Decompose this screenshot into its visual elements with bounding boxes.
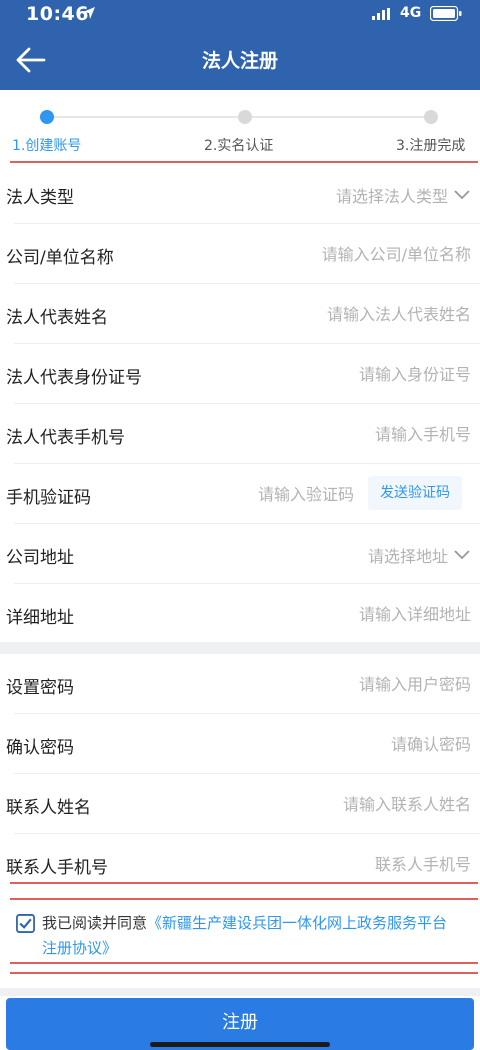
battery-icon [430,6,462,21]
sms-code-row: 手机验证码 发送验证码 [0,464,480,524]
company-name-input[interactable] [209,238,473,270]
company-address-select[interactable]: 请选择地址 [368,543,470,567]
location-arrow-icon [83,7,95,19]
sms-code-label: 手机验证码 [6,488,91,508]
agreement-text: 我已阅读并同意《新疆生产建设兵团一体化网上政务服务平台注册协议》 [42,911,462,961]
signal-icon [372,8,390,20]
section-separator [0,642,480,654]
company-name-label: 公司/单位名称 [6,248,114,268]
legal-type-placeholder: 请选择法人类型 [335,187,448,206]
sms-code-input[interactable] [192,478,356,510]
divider-line [10,161,478,163]
step-label-1: 1.创建账号 [12,138,82,154]
step-dot-1 [40,110,54,124]
home-indicator [150,1042,330,1047]
step-dot-3 [424,110,438,124]
password-input[interactable] [209,668,473,700]
step-dot-2 [238,110,252,124]
rep-name-label: 法人代表姓名 [6,308,108,328]
chevron-down-icon [454,550,470,560]
detail-address-label: 详细地址 [6,608,74,628]
password-row: 设置密码 [0,654,480,714]
rep-id-row: 法人代表身份证号 [0,344,480,404]
rep-id-label: 法人代表身份证号 [6,368,142,388]
contact-phone-input[interactable] [209,848,473,880]
contact-name-label: 联系人姓名 [6,798,91,818]
step-label-2: 2.实名认证 [204,138,274,154]
step-label-3: 3.注册完成 [396,138,466,154]
company-address-placeholder: 请选择地址 [367,547,448,566]
contact-phone-row: 联系人手机号 [0,834,480,894]
rep-name-input[interactable] [209,298,473,330]
legal-type-label: 法人类型 [6,188,74,208]
confirm-password-row: 确认密码 [0,714,480,774]
step-indicator: 1.创建账号 2.实名认证 3.注册完成 [0,90,480,162]
agree-checkbox[interactable] [16,914,35,933]
divider-line [10,882,478,884]
rep-phone-label: 法人代表手机号 [6,428,125,448]
network-type: 4G [400,5,422,21]
legal-type-row[interactable]: 法人类型 请选择法人类型 [0,164,480,224]
contact-name-input[interactable] [209,788,473,820]
status-time: 10:46 [26,3,89,25]
password-label: 设置密码 [6,678,74,698]
rep-phone-row: 法人代表手机号 [0,404,480,464]
rep-phone-input[interactable] [269,418,473,450]
divider-line [10,972,478,974]
page-title: 法人注册 [201,50,278,72]
legal-type-select[interactable]: 请选择法人类型 [336,183,470,207]
agreement-section: 我已阅读并同意《新疆生产建设兵团一体化网上政务服务平台注册协议》 [0,902,480,966]
contact-phone-label: 联系人手机号 [6,858,108,878]
chevron-down-icon [454,190,470,200]
status-bar: 10:46 4G [0,0,480,28]
confirm-password-label: 确认密码 [6,738,74,758]
agreement-prefix: 我已阅读并同意 [42,914,148,932]
detail-address-input[interactable] [209,598,473,630]
confirm-password-input[interactable] [209,728,473,760]
rep-id-input[interactable] [269,358,473,390]
contact-name-row: 联系人姓名 [0,774,480,834]
divider-line [10,962,478,964]
bottom-separator [0,988,480,996]
divider-line [10,898,478,900]
nav-bar: 法人注册 [0,28,480,90]
send-code-button[interactable]: 发送验证码 [368,476,462,510]
rep-name-row: 法人代表姓名 [0,284,480,344]
company-name-row: 公司/单位名称 [0,224,480,284]
detail-address-row: 详细地址 [0,584,480,644]
company-address-row[interactable]: 公司地址 请选择地址 [0,524,480,584]
company-address-label: 公司地址 [6,548,74,568]
